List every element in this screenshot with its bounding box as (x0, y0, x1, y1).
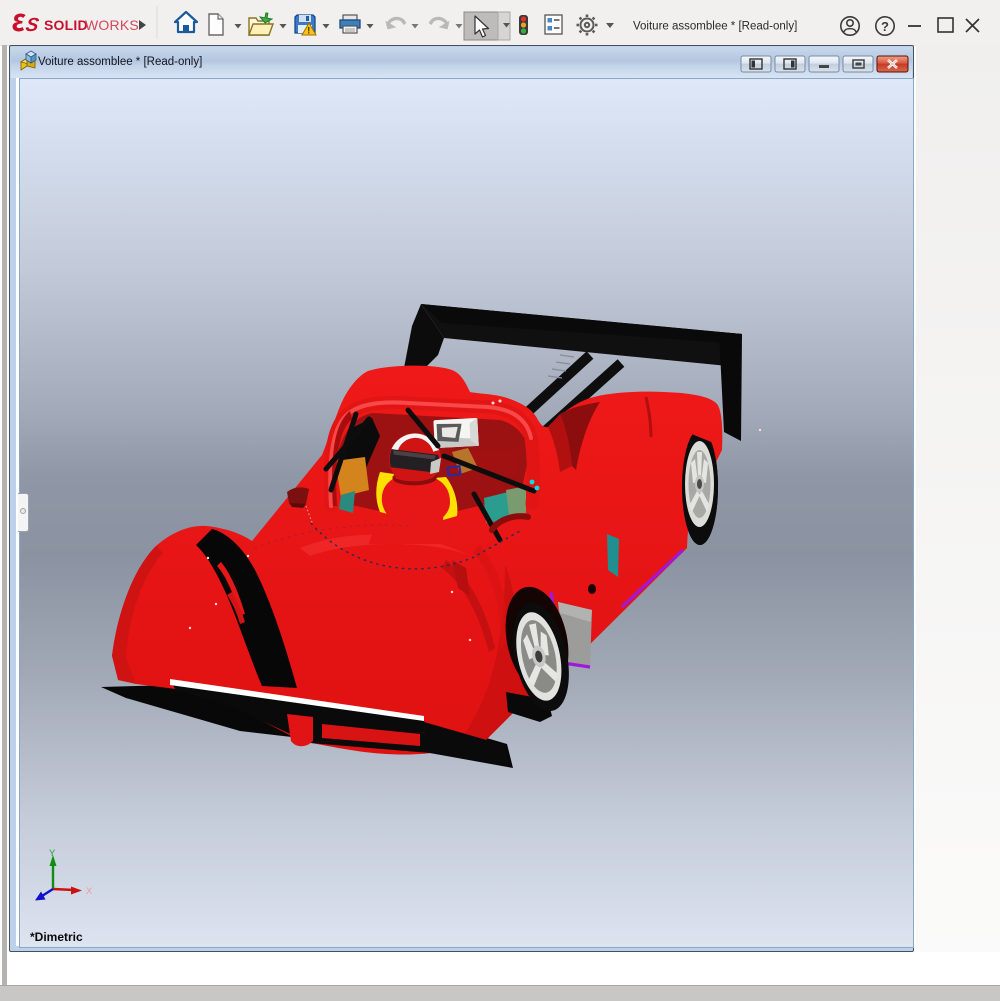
svg-text:S: S (24, 15, 41, 36)
svg-text:Voiture assomblee * [Read-only: Voiture assomblee * [Read-only] (633, 21, 797, 33)
svg-text:!: ! (307, 26, 310, 36)
svg-text:?: ? (881, 19, 889, 34)
svg-text:WORKS: WORKS (85, 17, 139, 33)
svg-text:SOLID: SOLID (44, 17, 88, 33)
